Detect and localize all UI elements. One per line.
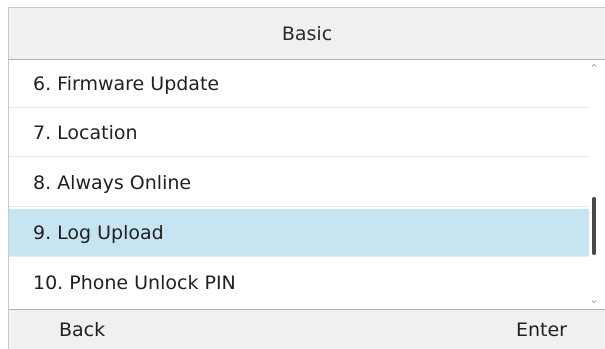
menu-item-label: 7. Location: [33, 121, 138, 144]
back-button[interactable]: Back: [59, 310, 105, 349]
menu-item-label: 9. Log Upload: [33, 221, 164, 244]
menu-item-always-online[interactable]: 8. Always Online: [9, 159, 589, 207]
title-bar: Basic: [8, 7, 605, 60]
softkey-bar: Back Enter: [8, 309, 605, 349]
menu-item-firmware-update[interactable]: 6. Firmware Update: [9, 60, 589, 108]
menu-item-phone-unlock-pin[interactable]: 10. Phone Unlock PIN: [9, 259, 589, 307]
scroll-thumb[interactable]: [592, 197, 596, 255]
menu-item-label: 10. Phone Unlock PIN: [33, 272, 236, 294]
menu-item-log-upload[interactable]: 9. Log Upload: [9, 209, 589, 257]
scrollbar[interactable]: ⌃ ⌄: [583, 60, 605, 309]
menu-list: 6. Firmware Update 7. Location 8. Always…: [8, 60, 605, 309]
phone-screen: Basic 6. Firmware Update 7. Location 8. …: [0, 0, 605, 349]
menu-item-location[interactable]: 7. Location: [9, 109, 589, 157]
menu-item-label: 6. Firmware Update: [33, 72, 220, 95]
chevron-down-icon[interactable]: ⌄: [583, 293, 605, 307]
page-title: Basic: [281, 22, 333, 45]
chevron-up-icon[interactable]: ⌃: [583, 62, 605, 76]
enter-button[interactable]: Enter: [516, 310, 567, 349]
menu-item-label: 8. Always Online: [33, 171, 192, 194]
